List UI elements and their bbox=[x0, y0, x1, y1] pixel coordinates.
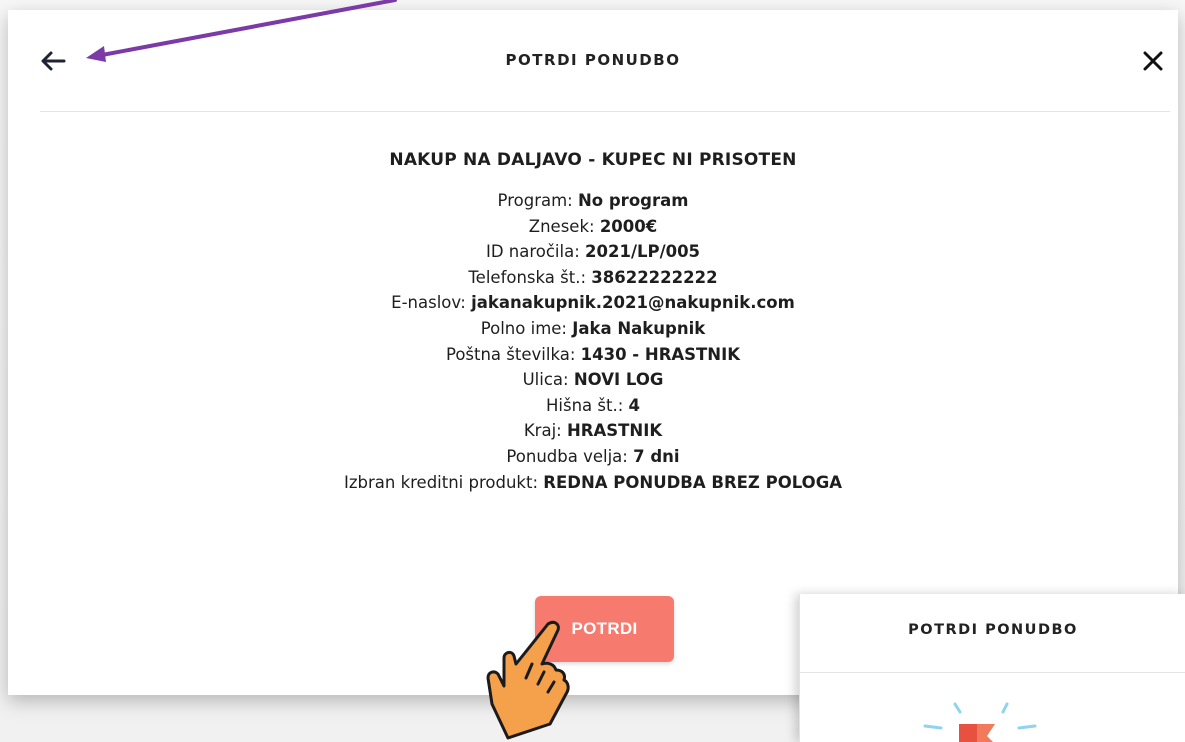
detail-row-program: Program: No program bbox=[8, 188, 1178, 214]
detail-label: Kraj: bbox=[523, 421, 562, 441]
detail-label: Polno ime: bbox=[480, 318, 567, 338]
confirm-offer-modal: POTRDI PONUDBO NAKUP NA DALJAVO - KUPEC … bbox=[8, 10, 1178, 695]
detail-row-house-number: Hišna št.: 4 bbox=[8, 393, 1178, 419]
detail-value: No program bbox=[577, 191, 689, 210]
detail-label: Poštna številka: bbox=[445, 344, 576, 364]
detail-row-postal-code: Poštna številka: 1430 - HRASTNIK bbox=[8, 342, 1178, 368]
detail-value: NOVI LOG bbox=[573, 370, 664, 390]
offer-details: NAKUP NA DALJAVO - KUPEC NI PRISOTEN Pro… bbox=[8, 150, 1178, 495]
detail-row-full-name: Polno ime: Jaka Nakupnik bbox=[8, 316, 1178, 342]
close-button[interactable] bbox=[1136, 46, 1170, 76]
preview-panel-title: POTRDI PONUDBO bbox=[908, 622, 1078, 638]
detail-value: 2000€ bbox=[599, 216, 658, 236]
detail-value: HRASTNIK bbox=[566, 421, 663, 441]
detail-row-city: Kraj: HRASTNIK bbox=[8, 418, 1178, 444]
detail-row-phone: Telefonska št.: 38622222222 bbox=[8, 265, 1178, 291]
preview-panel-divider bbox=[800, 672, 1185, 673]
detail-row-credit-product: Izbran kreditni produkt: REDNA PONUDBA B… bbox=[8, 470, 1178, 496]
header-divider bbox=[40, 111, 1170, 112]
close-icon bbox=[1143, 51, 1163, 71]
confirm-offer-preview-panel: POTRDI PONUDBO bbox=[799, 594, 1185, 742]
modal-header: POTRDI PONUDBO bbox=[8, 10, 1178, 113]
detail-label: Telefonska št.: bbox=[468, 267, 587, 287]
detail-row-order-id: ID naročila: 2021/LP/005 bbox=[8, 239, 1178, 265]
modal-title: POTRDI PONUDBO bbox=[505, 51, 681, 69]
detail-value: 7 dni bbox=[633, 446, 680, 466]
detail-row-street: Ulica: NOVI LOG bbox=[8, 367, 1178, 393]
detail-value: REDNA PONUDBA BREZ POLOGA bbox=[543, 472, 843, 492]
detail-label: Ponudba velja: bbox=[506, 446, 628, 466]
detail-label: Izbran kreditni produkt: bbox=[343, 472, 539, 492]
flag-illustration-icon bbox=[923, 702, 1037, 742]
detail-label: Hišna št.: bbox=[545, 395, 624, 415]
detail-row-offer-validity: Ponudba velja: 7 dni bbox=[8, 444, 1178, 470]
detail-label: E-naslov: bbox=[391, 293, 466, 313]
detail-value: 4 bbox=[628, 395, 640, 415]
detail-label: Znesek: bbox=[528, 216, 595, 236]
detail-row-email: E-naslov: jakanakupnik.2021@nakupnik.com bbox=[8, 290, 1178, 316]
detail-label: ID naročila: bbox=[485, 242, 580, 262]
detail-value: 2021/LP/005 bbox=[585, 242, 701, 262]
pointer-hand-icon bbox=[486, 620, 570, 740]
detail-value: 1430 - HRASTNIK bbox=[580, 344, 741, 364]
offer-subtitle: NAKUP NA DALJAVO - KUPEC NI PRISOTEN bbox=[389, 150, 797, 170]
detail-value: jakanakupnik.2021@nakupnik.com bbox=[471, 293, 795, 313]
detail-value: 38622222222 bbox=[591, 267, 718, 287]
detail-value: Jaka Nakupnik bbox=[572, 318, 706, 338]
detail-label: Program: bbox=[497, 191, 573, 210]
detail-row-amount: Znesek: 2000€ bbox=[8, 214, 1178, 240]
detail-label: Ulica: bbox=[522, 370, 569, 390]
